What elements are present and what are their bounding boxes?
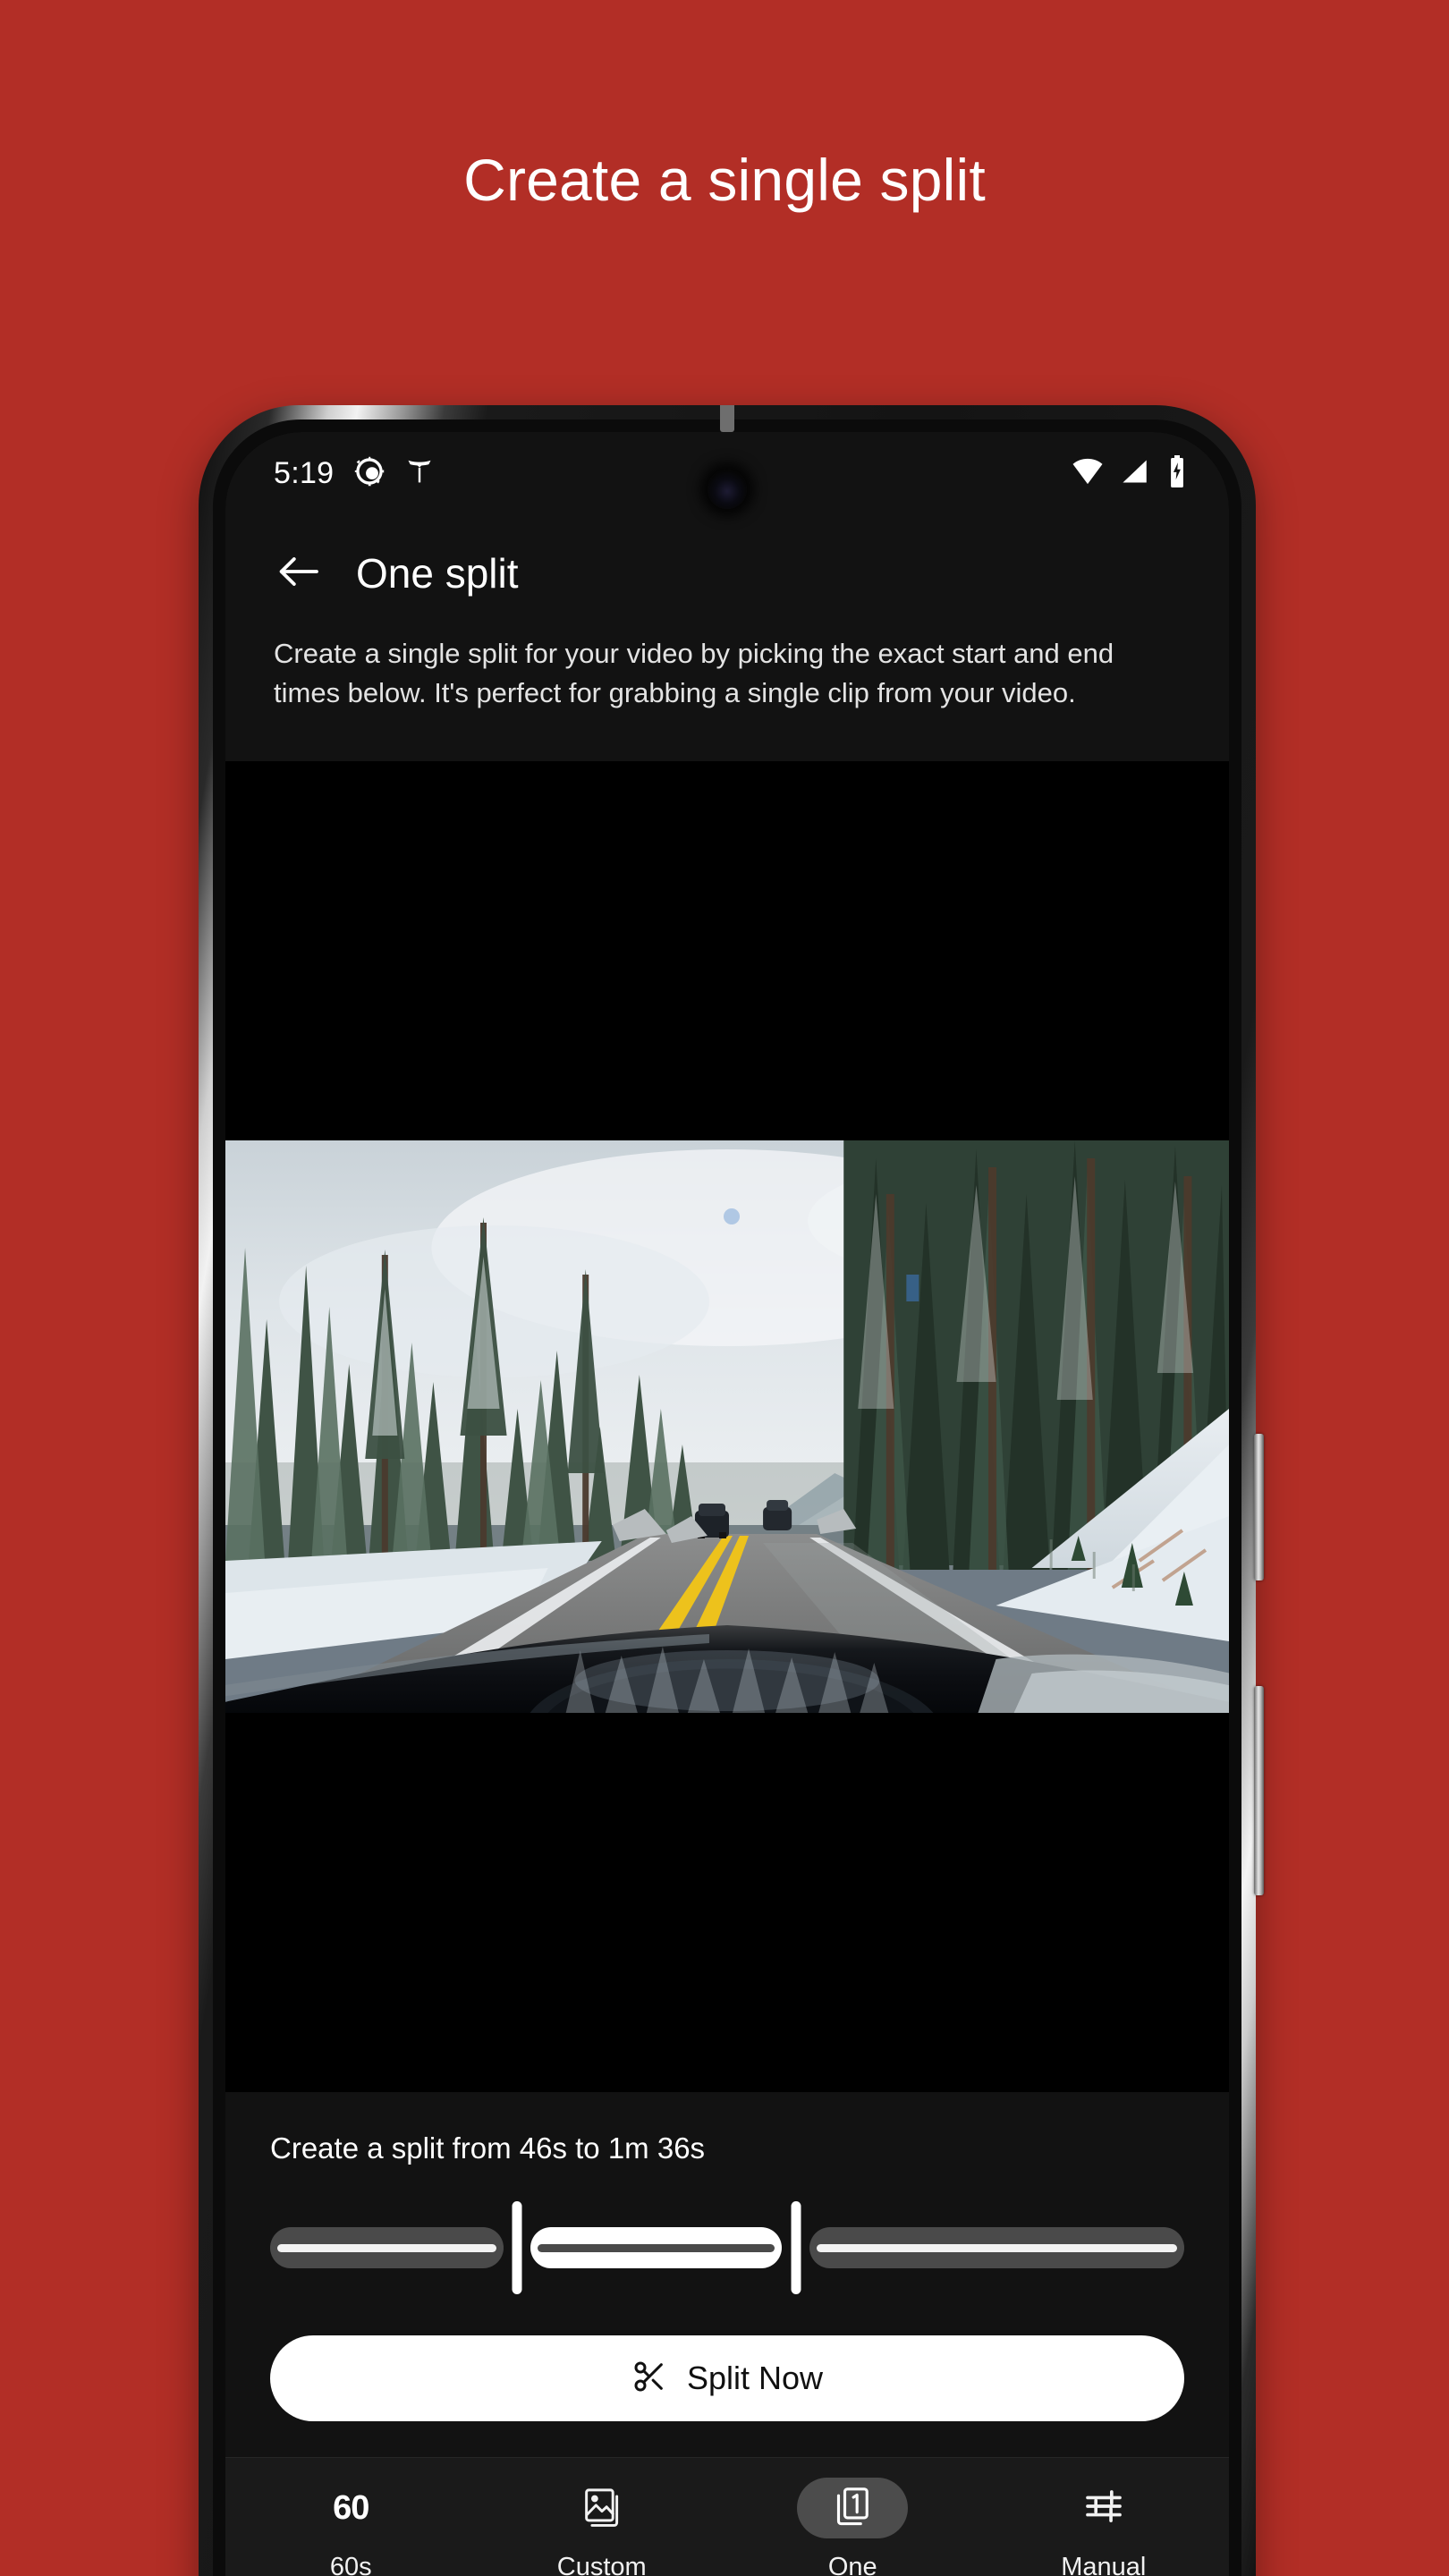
split-now-button[interactable]: Split Now <box>270 2335 1184 2421</box>
range-segment-after-line <box>816 2243 1177 2252</box>
arrow-left-icon <box>277 554 320 594</box>
tune-sliders-icon <box>1083 2486 1124 2531</box>
nav-item-manual[interactable]: Manual <box>979 2478 1230 2576</box>
range-handle-end[interactable] <box>791 2201 801 2294</box>
nav-item-60s[interactable]: 60 60s <box>225 2478 477 2576</box>
single-clip-icon <box>832 2485 873 2532</box>
nav-item-one[interactable]: One <box>727 2478 979 2576</box>
status-bar-left: 5:19 <box>274 455 434 492</box>
split-control-panel: Create a split from 46s to 1m 36s Split … <box>225 2092 1229 2457</box>
split-range-slider[interactable] <box>270 2201 1184 2294</box>
sixty-seconds-icon: 60 <box>333 2488 369 2527</box>
screen-description: Create a single split for your video by … <box>274 638 1114 709</box>
back-button[interactable] <box>274 548 324 598</box>
nav-icon-wrap-60s: 60 <box>295 2478 406 2538</box>
video-frame-artwork <box>225 1140 1229 1714</box>
nav-icon-wrap-manual <box>1048 2478 1159 2538</box>
battery-charging-icon <box>1166 454 1188 492</box>
image-stack-icon <box>581 2485 623 2532</box>
split-range-label: Create a split from 46s to 1m 36s <box>270 2131 706 2165</box>
status-bar-right <box>1072 454 1188 492</box>
front-camera-punch-hole <box>708 470 747 509</box>
range-segment-after[interactable] <box>809 2227 1184 2268</box>
app-notification-icon <box>353 455 386 492</box>
range-segment-selected[interactable] <box>530 2227 783 2268</box>
video-frame[interactable] <box>225 1140 1229 1714</box>
wifi-icon <box>1072 458 1104 489</box>
phone-screen: 5:19 One split Create a single split for… <box>225 432 1229 2576</box>
cellular-signal-icon <box>1120 458 1150 489</box>
screenshot-root: Create a single split 5:19 One split Cre… <box>0 0 1449 2576</box>
screen-header: One split Create a single split for your… <box>225 514 1229 762</box>
power-button[interactable] <box>1254 1434 1264 1580</box>
nav-icon-wrap-one <box>797 2478 909 2538</box>
status-bar: 5:19 <box>225 432 1229 514</box>
nav-item-custom[interactable]: Custom <box>477 2478 728 2576</box>
volume-button[interactable] <box>1254 1686 1264 1895</box>
nav-label-60s: 60s <box>329 2553 372 2576</box>
antenna-nub <box>720 405 734 432</box>
bottom-navigation-bar: 60 60s Custom One Manual <box>225 2457 1229 2576</box>
nav-label-manual: Manual <box>1061 2553 1147 2576</box>
tesla-icon <box>405 456 434 491</box>
scissors-icon <box>631 2359 667 2399</box>
range-segment-selected-line <box>538 2243 775 2252</box>
range-segment-before-line <box>277 2243 496 2252</box>
app-bar-title: One split <box>356 550 519 597</box>
nav-label-custom: Custom <box>556 2553 647 2576</box>
video-preview-area[interactable] <box>225 761 1229 2092</box>
range-segment-before[interactable] <box>270 2227 504 2268</box>
nav-label-one: One <box>827 2553 877 2576</box>
phone-bezel: 5:19 One split Create a single split for… <box>213 419 1241 2576</box>
split-now-label: Split Now <box>686 2360 824 2396</box>
app-bar: One split <box>274 548 1181 598</box>
status-time: 5:19 <box>274 455 335 490</box>
phone-device-mockup: 5:19 One split Create a single split for… <box>199 405 1264 2576</box>
range-handle-start[interactable] <box>512 2201 522 2294</box>
nav-icon-wrap-custom <box>547 2478 657 2538</box>
page-title: Create a single split <box>463 147 986 213</box>
